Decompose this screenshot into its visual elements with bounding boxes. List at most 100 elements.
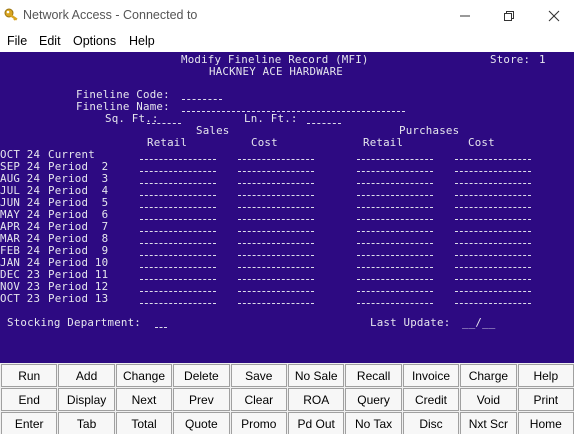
menu-bar: File Edit Options Help (0, 31, 574, 52)
purchases-retail-field[interactable] (357, 195, 433, 196)
sales-cost-field[interactable] (238, 171, 314, 172)
purchases-cost-field[interactable] (455, 291, 531, 292)
sales-retail-field[interactable] (140, 231, 216, 232)
sales-cost-field[interactable] (238, 303, 314, 304)
key-quote-button[interactable]: Quote (173, 412, 230, 434)
sales-retail-field[interactable] (140, 171, 216, 172)
key-charge-button[interactable]: Charge (460, 364, 517, 387)
restore-button[interactable] (486, 0, 532, 31)
purchases-cost-field[interactable] (455, 243, 531, 244)
key-enter-button[interactable]: Enter (1, 412, 58, 434)
purchases-cost-field[interactable] (455, 279, 531, 280)
key-run-button[interactable]: Run (1, 364, 58, 387)
key-nxt-scr-button[interactable]: Nxt Scr (460, 412, 517, 434)
sqft-field[interactable] (147, 123, 181, 124)
key-disc-button[interactable]: Disc (402, 412, 460, 434)
sales-retail-field[interactable] (140, 255, 216, 256)
key-clear-button[interactable]: Clear (230, 388, 287, 411)
purchases-retail-field[interactable] (357, 207, 433, 208)
sales-cost-field[interactable] (238, 207, 314, 208)
sales-cost-field[interactable] (238, 267, 314, 268)
purchases-retail-field[interactable] (357, 243, 433, 244)
sales-retail-field[interactable] (140, 219, 216, 220)
key-delete-button[interactable]: Delete (173, 364, 230, 387)
purchases-retail-field[interactable] (357, 303, 433, 304)
sales-retail-field[interactable] (140, 291, 216, 292)
key-query-button[interactable]: Query (345, 388, 402, 411)
minimize-button[interactable] (442, 0, 488, 31)
menu-edit[interactable]: Edit (39, 34, 61, 48)
key-end-button[interactable]: End (1, 388, 58, 411)
fineline-code-field[interactable] (182, 99, 222, 100)
stocking-dept-label: Stocking Department: (7, 316, 142, 329)
purchases-retail-field[interactable] (357, 171, 433, 172)
key-home-button[interactable]: Home (517, 412, 574, 434)
sales-retail-field[interactable] (140, 243, 216, 244)
key-pd-out-button[interactable]: Pd Out (288, 412, 345, 434)
menu-options[interactable]: Options (73, 34, 116, 48)
sales-retail-field[interactable] (140, 207, 216, 208)
key-no-tax-button[interactable]: No Tax (345, 412, 402, 434)
key-display-button[interactable]: Display (58, 388, 115, 411)
sales-cost-field[interactable] (238, 183, 314, 184)
lnft-field[interactable] (307, 123, 341, 124)
purchases-retail-field[interactable] (357, 219, 433, 220)
purchases-retail-field[interactable] (357, 159, 433, 160)
key-total-button[interactable]: Total (115, 412, 173, 434)
sales-retail-field[interactable] (140, 279, 216, 280)
lnft-label: Ln. Ft.: (244, 112, 298, 125)
sales-cost-field[interactable] (238, 219, 314, 220)
sales-cost-field[interactable] (238, 291, 314, 292)
purchases-retail-field[interactable] (357, 255, 433, 256)
purchases-retail-field[interactable] (357, 279, 433, 280)
stocking-dept-field[interactable] (155, 327, 167, 328)
sales-retail-field[interactable] (140, 183, 216, 184)
purchases-cost-field[interactable] (455, 255, 531, 256)
sales-cost-field[interactable] (238, 159, 314, 160)
close-button[interactable] (531, 0, 574, 31)
purchases-cost-field[interactable] (455, 267, 531, 268)
close-icon (548, 10, 560, 21)
purchases-cost-field[interactable] (455, 171, 531, 172)
purchases-cost-field[interactable] (455, 183, 531, 184)
purchases-retail-field[interactable] (357, 183, 433, 184)
purchases-retail-field[interactable] (357, 231, 433, 232)
menu-help[interactable]: Help (129, 34, 155, 48)
purchases-cost-field[interactable] (455, 207, 531, 208)
purchases-retail-field[interactable] (357, 291, 433, 292)
sales-retail-field[interactable] (140, 267, 216, 268)
sales-cost-field[interactable] (238, 279, 314, 280)
sales-cost-field[interactable] (238, 255, 314, 256)
key-promo-button[interactable]: Promo (230, 412, 287, 434)
key-save-button[interactable]: Save (230, 364, 287, 387)
purchases-cost-field[interactable] (455, 159, 531, 160)
sales-cost-field[interactable] (238, 195, 314, 196)
key-tab-button[interactable]: Tab (58, 412, 115, 434)
sales-cost-field[interactable] (238, 231, 314, 232)
purchases-cost-field[interactable] (455, 231, 531, 232)
key-recall-button[interactable]: Recall (345, 364, 402, 387)
key-add-button[interactable]: Add (58, 364, 115, 387)
sales-cost-field[interactable] (238, 243, 314, 244)
key-no-sale-button[interactable]: No Sale (288, 364, 345, 387)
menu-file[interactable]: File (7, 34, 27, 48)
key-print-button[interactable]: Print (517, 388, 574, 411)
key-help-button[interactable]: Help (517, 364, 574, 387)
purchases-retail-field[interactable] (357, 267, 433, 268)
purchases-cost-field[interactable] (455, 303, 531, 304)
store-label: Store: (490, 53, 531, 66)
sales-retail-field[interactable] (140, 159, 216, 160)
sales-cost-header: Cost (251, 136, 278, 149)
sales-retail-field[interactable] (140, 303, 216, 304)
key-change-button[interactable]: Change (115, 364, 173, 387)
purchases-cost-field[interactable] (455, 195, 531, 196)
key-prev-button[interactable]: Prev (173, 388, 230, 411)
sales-retail-field[interactable] (140, 195, 216, 196)
purchases-cost-field[interactable] (455, 219, 531, 220)
terminal-screen[interactable]: Modify Fineline Record (MFI) Store: 1 HA… (0, 52, 574, 363)
key-credit-button[interactable]: Credit (402, 388, 460, 411)
key-void-button[interactable]: Void (460, 388, 517, 411)
key-invoice-button[interactable]: Invoice (402, 364, 460, 387)
key-roa-button[interactable]: ROA (288, 388, 345, 411)
key-next-button[interactable]: Next (115, 388, 173, 411)
